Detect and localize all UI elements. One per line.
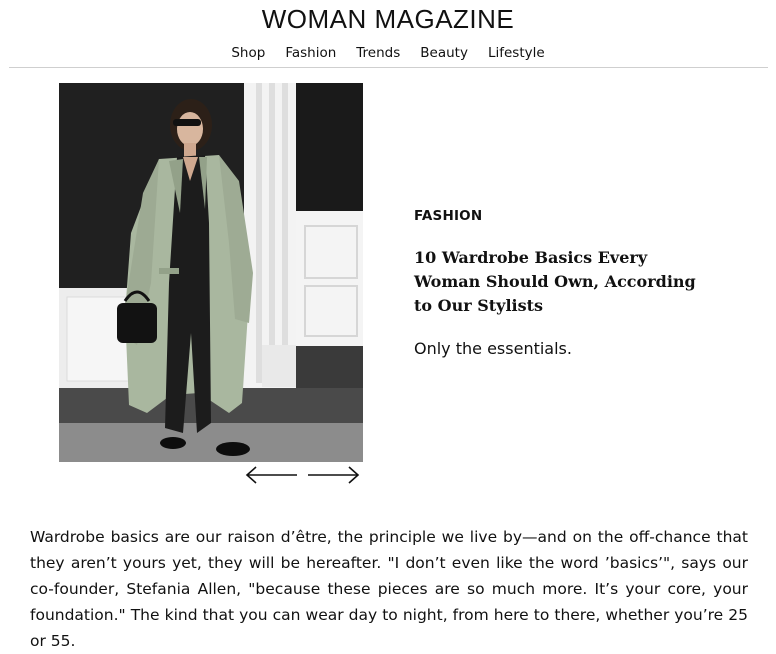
nav-item-fashion[interactable]: Fashion	[285, 45, 336, 61]
arrow-right-icon[interactable]	[305, 464, 361, 486]
article-category[interactable]: FASHION	[414, 208, 482, 224]
article-dek: Only the essentials.	[414, 339, 572, 358]
arrow-left-icon[interactable]	[244, 464, 300, 486]
nav-item-trends[interactable]: Trends	[356, 45, 400, 61]
nav-item-shop[interactable]: Shop	[231, 45, 265, 61]
carousel-controls	[244, 464, 364, 486]
article-body: Wardrobe basics are our raison d’être, t…	[30, 527, 748, 650]
nav-item-lifestyle[interactable]: Lifestyle	[488, 45, 545, 61]
header-divider	[9, 67, 768, 68]
nav-item-beauty[interactable]: Beauty	[420, 45, 468, 61]
site-title[interactable]: WOMAN MAGAZINE	[0, 4, 776, 35]
article-headline[interactable]: 10 Wardrobe Basics Every Woman Should Ow…	[414, 246, 714, 318]
main-nav: Shop Fashion Trends Beauty Lifestyle	[0, 45, 776, 61]
article-photo	[59, 83, 363, 462]
